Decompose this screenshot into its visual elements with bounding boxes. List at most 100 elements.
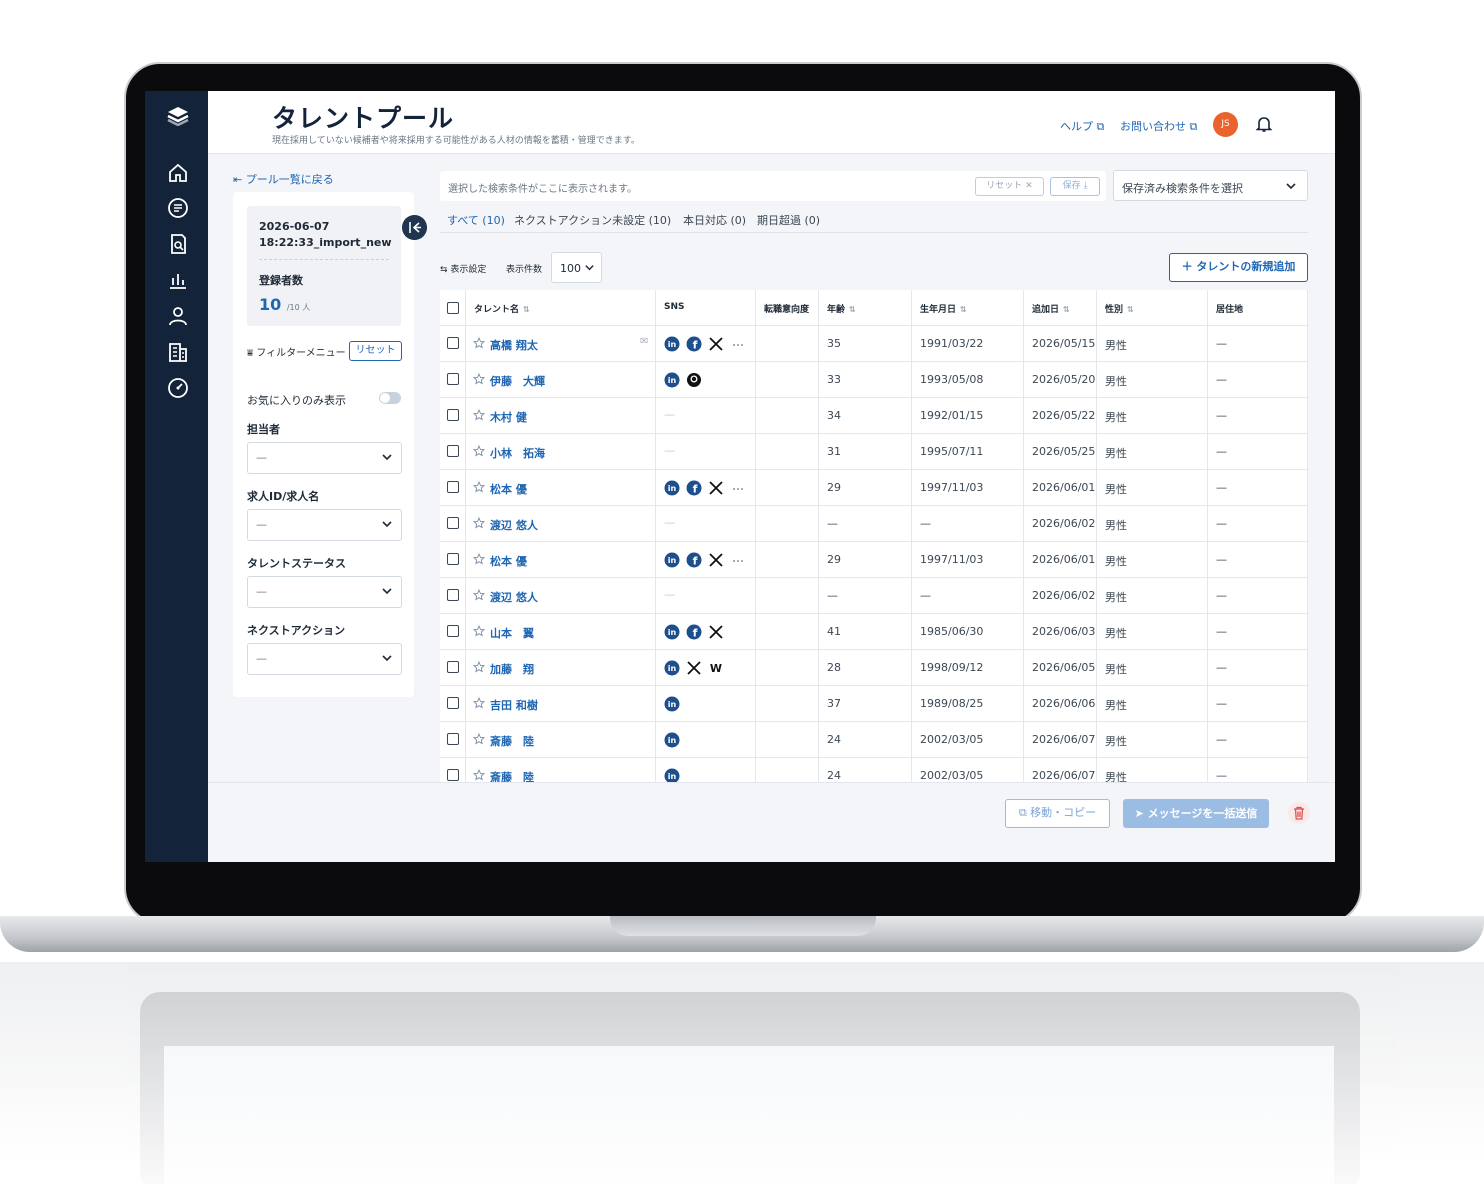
tab-all[interactable]: すべて (10) bbox=[447, 212, 505, 228]
filter-reset-button[interactable]: リセット bbox=[349, 341, 402, 361]
row-checkbox[interactable] bbox=[447, 337, 459, 349]
row-checkbox[interactable] bbox=[447, 625, 459, 637]
talent-name-link[interactable]: 吉田 和樹 bbox=[490, 697, 538, 713]
avatar[interactable]: JS bbox=[1213, 112, 1238, 137]
document-search-icon[interactable] bbox=[166, 232, 190, 256]
more-icon[interactable] bbox=[730, 480, 746, 496]
bar-chart-icon[interactable] bbox=[166, 268, 190, 292]
facebook-icon[interactable]: f bbox=[686, 624, 702, 640]
mail-icon[interactable]: ✉ bbox=[640, 336, 648, 347]
search-conditions-box[interactable]: 選択した検索条件がここに表示されます。 リセット ✕ 保存 ⤓ bbox=[440, 171, 1106, 201]
linkedin-icon[interactable]: in bbox=[664, 624, 680, 640]
row-checkbox[interactable] bbox=[447, 589, 459, 601]
x-icon[interactable] bbox=[708, 552, 724, 568]
favorite-star-icon[interactable] bbox=[473, 337, 485, 349]
talent-name-link[interactable]: 加藤 翔 bbox=[490, 661, 534, 677]
building-icon[interactable] bbox=[166, 340, 190, 364]
tab-next-action-unset[interactable]: ネクストアクション未設定 (10) bbox=[514, 212, 671, 228]
talent-name-link[interactable]: 高橋 翔太 bbox=[490, 337, 538, 353]
talent-name-link[interactable]: 松本 優 bbox=[490, 481, 527, 497]
favorite-star-icon[interactable] bbox=[473, 661, 485, 673]
talent-name-link[interactable]: 小林 拓海 bbox=[490, 445, 545, 461]
x-icon[interactable] bbox=[708, 480, 724, 496]
linkedin-icon[interactable]: in bbox=[664, 336, 680, 352]
favorites-only-toggle[interactable] bbox=[379, 392, 401, 404]
favorite-star-icon[interactable] bbox=[473, 553, 485, 565]
favorite-star-icon[interactable] bbox=[473, 517, 485, 529]
home-icon[interactable] bbox=[166, 161, 190, 185]
favorite-star-icon[interactable] bbox=[473, 697, 485, 709]
linkedin-icon[interactable]: in bbox=[664, 372, 680, 388]
talent-name-link[interactable]: 松本 優 bbox=[490, 553, 527, 569]
bell-icon[interactable] bbox=[1255, 115, 1273, 133]
more-icon[interactable] bbox=[730, 552, 746, 568]
favorite-star-icon[interactable] bbox=[473, 625, 485, 637]
search-save-button[interactable]: 保存 ⤓ bbox=[1050, 177, 1100, 196]
tab-overdue[interactable]: 期日超過 (0) bbox=[757, 212, 820, 228]
talent-name-link[interactable]: 斎藤 陸 bbox=[490, 733, 534, 749]
more-icon[interactable] bbox=[730, 336, 746, 352]
linkedin-icon[interactable]: in bbox=[664, 696, 680, 712]
row-checkbox[interactable] bbox=[447, 373, 459, 385]
tab-today[interactable]: 本日対応 (0) bbox=[683, 212, 746, 228]
select-all-checkbox[interactable] bbox=[447, 302, 459, 314]
talent-name-link[interactable]: 渡辺 悠人 bbox=[490, 517, 538, 533]
collapse-panel-button[interactable] bbox=[402, 215, 427, 240]
row-checkbox[interactable] bbox=[447, 517, 459, 529]
sort-icon[interactable]: ⇅ bbox=[523, 305, 530, 314]
talent-name-link[interactable]: 木村 健 bbox=[490, 409, 527, 425]
status-select[interactable]: — bbox=[247, 576, 402, 608]
search-reset-button[interactable]: リセット ✕ bbox=[975, 177, 1044, 196]
facebook-icon[interactable]: f bbox=[686, 336, 702, 352]
sort-icon[interactable]: ⇅ bbox=[849, 305, 856, 314]
linkedin-icon[interactable]: in bbox=[664, 768, 680, 782]
per-page-select[interactable]: 100 bbox=[551, 252, 602, 283]
linkedin-icon[interactable]: in bbox=[664, 552, 680, 568]
move-copy-button[interactable]: ⧉ 移動・コピー bbox=[1005, 799, 1110, 828]
favorite-star-icon[interactable] bbox=[473, 445, 485, 457]
linkedin-icon[interactable]: in bbox=[664, 480, 680, 496]
sort-icon[interactable]: ⇅ bbox=[960, 305, 967, 314]
contact-link[interactable]: お問い合わせ ⧉ bbox=[1120, 118, 1197, 134]
owner-select[interactable]: — bbox=[247, 442, 402, 474]
row-checkbox[interactable] bbox=[447, 409, 459, 421]
user-icon[interactable] bbox=[166, 304, 190, 328]
row-checkbox[interactable] bbox=[447, 769, 459, 781]
facebook-icon[interactable]: f bbox=[686, 480, 702, 496]
bulk-message-button[interactable]: ➤ メッセージを一括送信 bbox=[1123, 799, 1269, 828]
row-checkbox[interactable] bbox=[447, 553, 459, 565]
linkedin-icon[interactable]: in bbox=[664, 732, 680, 748]
sort-icon[interactable]: ⇅ bbox=[1063, 305, 1070, 314]
gauge-icon[interactable] bbox=[166, 376, 190, 400]
help-link[interactable]: ヘルプ ⧉ bbox=[1060, 118, 1104, 134]
row-checkbox[interactable] bbox=[447, 481, 459, 493]
saved-search-select[interactable]: 保存済み検索条件を選択 bbox=[1113, 170, 1308, 201]
talent-name-link[interactable]: 山本 翼 bbox=[490, 625, 534, 641]
talent-name-link[interactable]: 斎藤 陸 bbox=[490, 769, 534, 782]
wantedly-icon[interactable]: W bbox=[708, 660, 724, 676]
talent-name-link[interactable]: 伊藤 大輝 bbox=[490, 373, 545, 389]
linkedin-icon[interactable]: in bbox=[664, 660, 680, 676]
github-icon[interactable] bbox=[686, 372, 702, 388]
favorite-star-icon[interactable] bbox=[473, 409, 485, 421]
row-checkbox[interactable] bbox=[447, 697, 459, 709]
x-icon[interactable] bbox=[686, 660, 702, 676]
row-checkbox[interactable] bbox=[447, 661, 459, 673]
back-to-pool-list-link[interactable]: ⇤ プール一覧に戻る bbox=[233, 171, 334, 187]
facebook-icon[interactable]: f bbox=[686, 552, 702, 568]
next-action-select[interactable]: — bbox=[247, 643, 402, 675]
add-talent-button[interactable]: ＋ タレントの新規追加 bbox=[1169, 253, 1308, 282]
favorite-star-icon[interactable] bbox=[473, 373, 485, 385]
favorite-star-icon[interactable] bbox=[473, 589, 485, 601]
display-settings-button[interactable]: ⇆ 表示設定 bbox=[440, 262, 486, 275]
favorite-star-icon[interactable] bbox=[473, 769, 485, 781]
favorite-star-icon[interactable] bbox=[473, 481, 485, 493]
list-icon[interactable] bbox=[166, 196, 190, 220]
row-checkbox[interactable] bbox=[447, 445, 459, 457]
x-icon[interactable] bbox=[708, 336, 724, 352]
row-checkbox[interactable] bbox=[447, 733, 459, 745]
sort-icon[interactable]: ⇅ bbox=[1127, 305, 1134, 314]
favorite-star-icon[interactable] bbox=[473, 733, 485, 745]
x-icon[interactable] bbox=[708, 624, 724, 640]
trash-icon[interactable] bbox=[1288, 802, 1310, 824]
